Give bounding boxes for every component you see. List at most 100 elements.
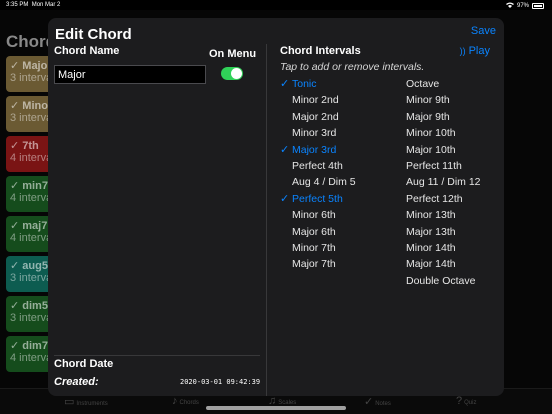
checkmark-icon: ✓ bbox=[10, 140, 23, 152]
tab-chords: ♪ Chords bbox=[172, 395, 199, 407]
interval-label: Minor 3rd bbox=[292, 127, 337, 140]
checkmark-icon: ✓ bbox=[10, 100, 23, 112]
checkmark-icon: ✓ bbox=[10, 260, 23, 272]
interval-item[interactable]: Minor 2nd bbox=[280, 92, 398, 108]
interval-item[interactable]: ✓ Perfect 5th bbox=[280, 191, 398, 207]
interval-item[interactable]: ✓ Tonic bbox=[280, 76, 398, 92]
chord-name-label: Chord Name bbox=[54, 45, 120, 57]
checkmark-icon: ✓ bbox=[280, 143, 290, 156]
interval-item[interactable]: Major 6th bbox=[280, 224, 398, 240]
checkmark-icon: ✓ bbox=[364, 396, 374, 408]
question-icon: ? bbox=[456, 395, 463, 407]
play-label: Play bbox=[468, 45, 490, 57]
status-time-text: 3:35 PM bbox=[6, 2, 29, 8]
toggle-knob bbox=[231, 68, 242, 79]
interval-item[interactable]: ✓ Major 3rd bbox=[280, 142, 398, 158]
interval-item[interactable]: Minor 10th bbox=[406, 125, 502, 141]
interval-label: Aug 4 / Dim 5 bbox=[292, 176, 356, 189]
interval-label: Tonic bbox=[292, 78, 317, 90]
interval-item[interactable]: Aug 11 / Dim 12 bbox=[406, 174, 502, 190]
interval-label: Minor 14th bbox=[406, 241, 456, 254]
interval-label: Major 14th bbox=[406, 258, 456, 271]
interval-label: Aug 11 / Dim 12 bbox=[406, 176, 481, 189]
interval-item[interactable]: Minor 7th bbox=[280, 240, 398, 256]
on-menu-label: On Menu bbox=[209, 48, 257, 60]
interval-label: Major 7th bbox=[292, 258, 336, 271]
status-time: 3:35 PM Mon Mar 2 bbox=[6, 2, 60, 8]
interval-item[interactable]: Minor 14th bbox=[406, 240, 502, 256]
interval-item[interactable]: Perfect 4th bbox=[280, 158, 398, 174]
interval-label: Minor 6th bbox=[292, 209, 336, 222]
interval-label: Minor 2nd bbox=[292, 94, 339, 107]
checkmark-icon: ✓ bbox=[280, 192, 290, 205]
section-divider bbox=[54, 355, 260, 356]
created-label: Created: bbox=[54, 376, 99, 388]
interval-label: Major 10th bbox=[406, 143, 456, 156]
checkmark-icon: ✓ bbox=[280, 78, 290, 90]
interval-label: Perfect 5th bbox=[292, 192, 343, 205]
interval-label: Minor 10th bbox=[406, 127, 456, 140]
home-indicator[interactable] bbox=[206, 406, 346, 410]
interval-item[interactable]: Aug 4 / Dim 5 bbox=[280, 174, 398, 190]
interval-label: Octave bbox=[406, 78, 440, 90]
wifi-icon bbox=[505, 2, 514, 10]
interval-label: Perfect 12th bbox=[406, 192, 463, 205]
checkmark-icon: ✓ bbox=[10, 60, 23, 72]
tab-notes: ✓ Notes bbox=[364, 395, 391, 408]
interval-label: Major 2nd bbox=[292, 110, 339, 123]
guitar-icon: ▭ bbox=[64, 396, 75, 408]
chord-intervals-pane: Chord Intervals )) Play Tap to add or re… bbox=[267, 44, 504, 396]
interval-label: Double Octave bbox=[406, 274, 476, 287]
interval-item[interactable]: Minor 6th bbox=[280, 207, 398, 223]
tab-instruments: ▭ Instruments bbox=[64, 395, 108, 408]
intervals-column-right: Octave Minor 9th Major 9th Minor 10th Major … bbox=[406, 76, 502, 289]
edit-chord-modal: Edit Chord Save Chord Name On Menu Chord… bbox=[48, 18, 504, 396]
tab-instruments-label: Instruments bbox=[76, 401, 108, 407]
interval-label: Perfect 11th bbox=[406, 159, 462, 172]
chord-date-label: Chord Date bbox=[54, 358, 114, 370]
play-button[interactable]: )) Play bbox=[460, 45, 490, 57]
interval-item[interactable]: Major 2nd bbox=[280, 109, 398, 125]
interval-label: Major 9th bbox=[406, 110, 450, 123]
interval-label: Minor 13th bbox=[406, 209, 456, 222]
interval-item[interactable]: Double Octave bbox=[406, 273, 502, 289]
checkmark-icon: ✓ bbox=[10, 180, 23, 192]
interval-label: Minor 7th bbox=[292, 241, 336, 254]
interval-label: Minor 9th bbox=[406, 94, 450, 107]
status-bar: 3:35 PM Mon Mar 2 97% bbox=[0, 0, 552, 10]
speaker-wave-icon: )) bbox=[459, 46, 466, 56]
interval-item[interactable]: Major 7th bbox=[280, 256, 398, 272]
interval-item[interactable]: Major 13th bbox=[406, 224, 502, 240]
tab-quiz: ? Quiz bbox=[456, 395, 476, 407]
status-date-text: Mon Mar 2 bbox=[31, 2, 61, 8]
chord-intervals-label: Chord Intervals bbox=[280, 45, 361, 57]
created-value: 2020-03-01 09:42:39 bbox=[180, 378, 261, 386]
music-note-icon: ♪ bbox=[172, 395, 178, 407]
interval-label: Major 3rd bbox=[292, 143, 337, 156]
battery-percent: 97% bbox=[516, 3, 529, 9]
intervals-hint: Tap to add or remove intervals. bbox=[280, 61, 425, 73]
chord-name-input[interactable] bbox=[54, 65, 206, 84]
interval-item[interactable]: Major 9th bbox=[406, 109, 502, 125]
checkmark-icon: ✓ bbox=[10, 220, 23, 232]
battery-icon bbox=[532, 3, 544, 9]
interval-item[interactable]: Minor 9th bbox=[406, 92, 502, 108]
interval-item[interactable]: Perfect 11th bbox=[406, 158, 502, 174]
interval-item[interactable]: Perfect 12th bbox=[406, 191, 502, 207]
interval-label: Perfect 4th bbox=[292, 159, 343, 172]
modal-title: Edit Chord bbox=[55, 26, 132, 43]
tab-quiz-label: Quiz bbox=[464, 400, 477, 406]
save-button[interactable]: Save bbox=[471, 25, 496, 37]
interval-label: Major 13th bbox=[406, 225, 456, 238]
interval-item[interactable]: Minor 3rd bbox=[280, 125, 398, 141]
tab-notes-label: Notes bbox=[375, 401, 391, 407]
interval-item[interactable]: Major 10th bbox=[406, 142, 502, 158]
checkmark-icon: ✓ bbox=[10, 340, 23, 352]
chord-details-pane: Chord Name On Menu Chord Date Created: 2… bbox=[48, 44, 266, 396]
interval-item[interactable]: Minor 13th bbox=[406, 207, 502, 223]
tab-chords-label: Chords bbox=[179, 400, 199, 406]
interval-item[interactable]: Major 14th bbox=[406, 256, 502, 272]
intervals-column-left: ✓ Tonic Minor 2nd Major 2nd Minor 3rd ✓ Major … bbox=[280, 76, 398, 273]
interval-item[interactable]: Octave bbox=[406, 76, 502, 92]
on-menu-toggle[interactable] bbox=[221, 67, 243, 80]
